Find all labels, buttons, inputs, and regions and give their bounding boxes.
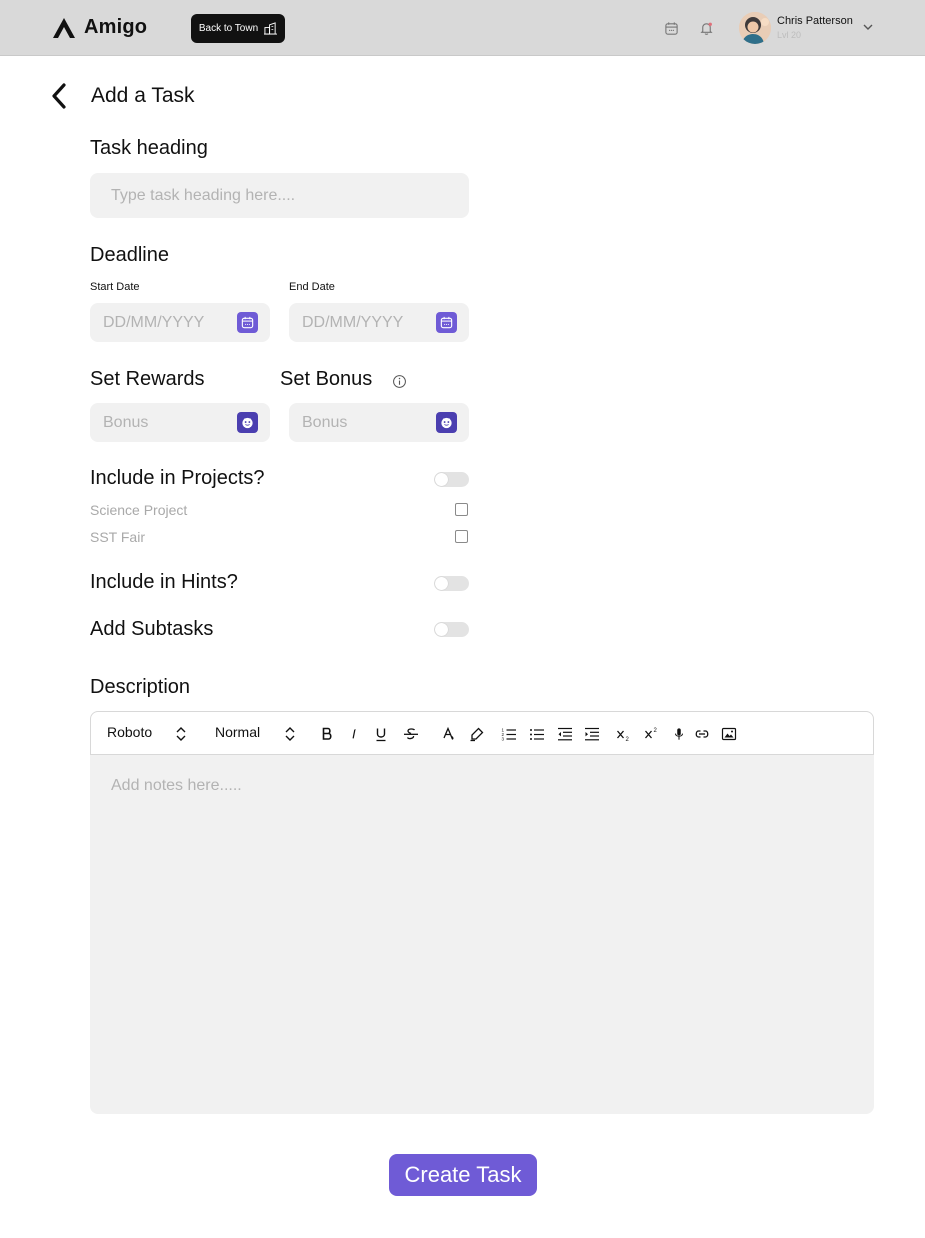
bonus-field — [289, 403, 469, 442]
buildings-icon — [264, 22, 278, 35]
amigo-logo-icon — [53, 17, 75, 38]
logo[interactable]: Amigo — [52, 16, 147, 39]
user-name: Chris Patterson — [777, 15, 853, 27]
calendar-icon — [440, 316, 453, 329]
end-date-field — [289, 303, 469, 342]
editor-toolbar: Roboto Normal 1 2 3 2 2 — [90, 711, 874, 755]
indent-icon — [585, 727, 599, 741]
underline-button[interactable] — [373, 725, 389, 743]
info-icon[interactable] — [392, 374, 407, 389]
project-item-label: SST Fair — [90, 529, 145, 545]
superscript-button[interactable]: 2 — [644, 725, 660, 743]
avatar[interactable] — [739, 12, 771, 44]
create-task-button[interactable]: Create Task — [389, 1154, 537, 1196]
bold-icon — [322, 727, 332, 740]
start-date-field — [90, 303, 270, 342]
notifications-button[interactable] — [697, 19, 715, 37]
sst-fair-checkbox[interactable] — [455, 530, 468, 543]
page-title: Add a Task — [91, 84, 195, 107]
subscript-icon: 2 — [617, 730, 630, 742]
bullet-list-button[interactable] — [529, 725, 545, 743]
bonus-coin-button[interactable] — [436, 412, 457, 433]
rich-text-editor: Roboto Normal 1 2 3 2 2 Add notes here..… — [90, 711, 874, 1114]
start-date-picker-button[interactable] — [237, 312, 258, 333]
text-color-icon — [443, 726, 454, 740]
description-title: Description — [90, 676, 191, 698]
include-projects-toggle[interactable] — [434, 472, 469, 487]
rewards-coin-button[interactable] — [237, 412, 258, 433]
italic-icon — [352, 729, 356, 739]
microphone-icon — [674, 728, 684, 740]
svg-text:3: 3 — [502, 737, 505, 742]
start-date-label: Start Date — [90, 281, 140, 293]
description-textarea[interactable] — [90, 755, 874, 1114]
outdent-icon — [558, 727, 572, 741]
voice-input-button[interactable] — [672, 725, 686, 743]
toggle-knob — [435, 577, 448, 590]
back-to-town-button[interactable]: Back to Town — [191, 14, 285, 43]
strikethrough-icon — [404, 728, 418, 740]
updown-chevron-icon[interactable] — [284, 725, 296, 743]
bell-icon — [699, 22, 713, 35]
svg-text:2: 2 — [654, 728, 658, 734]
calendar-icon — [241, 316, 254, 329]
highlight-icon — [470, 727, 484, 742]
chevron-down-icon[interactable] — [861, 20, 875, 34]
end-date-label: End Date — [289, 281, 335, 293]
end-date-picker-button[interactable] — [436, 312, 457, 333]
science-project-checkbox[interactable] — [455, 503, 468, 516]
set-bonus-title: Set Bonus — [280, 368, 373, 390]
subscript-button[interactable]: 2 — [616, 725, 632, 743]
strikethrough-button[interactable] — [401, 725, 421, 743]
back-to-town-label: Back to Town — [198, 23, 259, 34]
deadline-title: Deadline — [90, 244, 169, 266]
text-style-select[interactable]: Normal — [215, 724, 260, 740]
task-heading-title: Task heading — [90, 137, 208, 159]
task-heading-input[interactable] — [90, 173, 469, 218]
bold-button[interactable] — [319, 725, 335, 743]
toggle-knob — [435, 473, 448, 486]
italic-button[interactable] — [347, 725, 361, 743]
user-level: Lvl 20 — [777, 30, 802, 40]
coin-icon — [242, 417, 253, 429]
highlight-button[interactable] — [469, 725, 485, 743]
ordered-list-icon: 1 2 3 — [502, 728, 516, 742]
toggle-knob — [435, 623, 448, 636]
image-icon — [721, 727, 737, 741]
bullet-list-icon — [530, 729, 544, 740]
set-rewards-title: Set Rewards — [90, 368, 205, 390]
include-hints-title: Include in Hints? — [90, 571, 238, 593]
include-hints-toggle[interactable] — [434, 576, 469, 591]
outdent-button[interactable] — [557, 725, 573, 743]
calendar-icon — [664, 21, 678, 35]
project-item-label: Science Project — [90, 502, 188, 518]
svg-text:2: 2 — [626, 737, 630, 742]
include-projects-title: Include in Projects? — [90, 467, 265, 489]
underline-icon — [376, 728, 386, 742]
logo-text: Amigo — [84, 16, 148, 38]
coin-icon — [441, 417, 452, 429]
ordered-list-button[interactable]: 1 2 3 — [501, 725, 517, 743]
text-color-button[interactable] — [441, 725, 457, 743]
font-family-select[interactable]: Roboto — [107, 724, 152, 740]
insert-link-button[interactable] — [694, 725, 710, 743]
calendar-nav-button[interactable] — [662, 19, 680, 37]
link-icon — [695, 730, 709, 738]
top-bar: Amigo Back to Town Chris Patterson Lvl 2… — [0, 0, 925, 56]
superscript-icon: 2 — [645, 728, 658, 739]
user-avatar-icon — [739, 12, 771, 44]
add-subtasks-title: Add Subtasks — [90, 618, 214, 640]
insert-image-button[interactable] — [721, 725, 737, 743]
indent-button[interactable] — [584, 725, 600, 743]
rewards-field — [90, 403, 270, 442]
updown-chevron-icon[interactable] — [175, 725, 187, 743]
back-arrow-icon[interactable] — [48, 82, 72, 110]
editor-body — [90, 755, 874, 1114]
add-subtasks-toggle[interactable] — [434, 622, 469, 637]
